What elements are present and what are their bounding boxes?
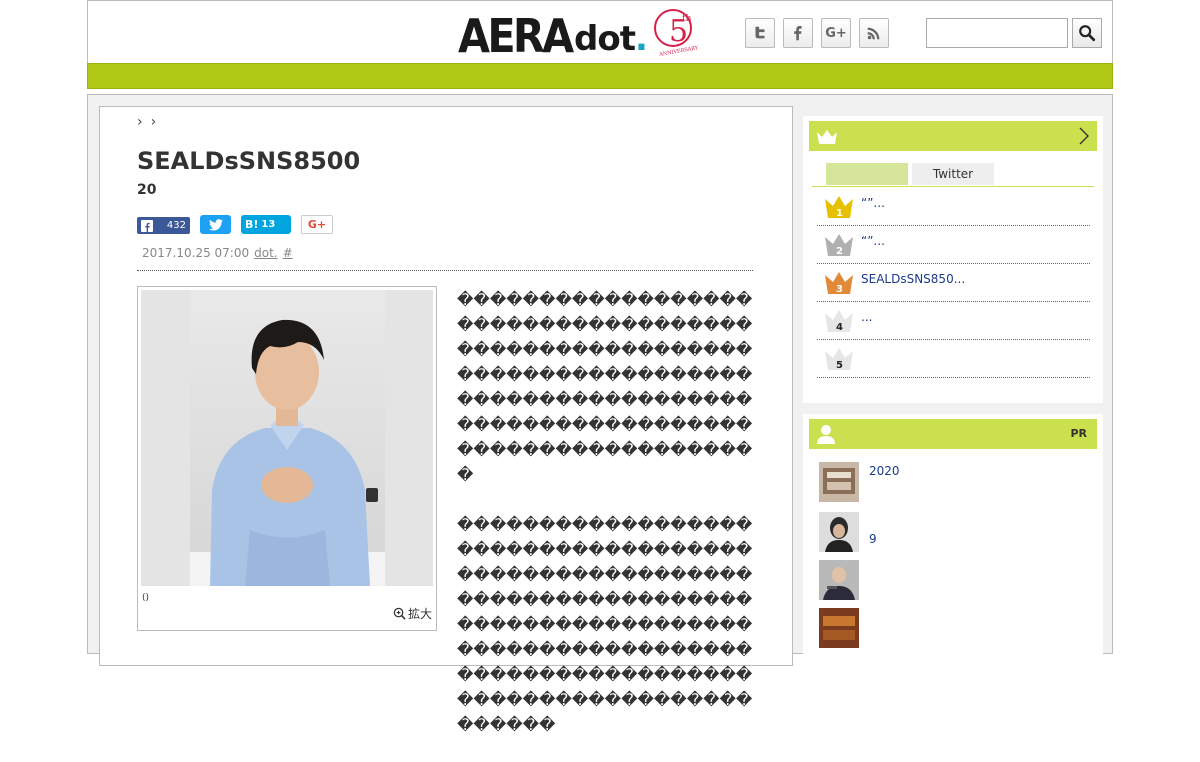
google-plus-icon: G+: [825, 25, 847, 41]
facebook-icon: [141, 219, 153, 232]
hatena-count: 13: [261, 219, 276, 230]
pr-item[interactable]: 9: [819, 512, 900, 552]
anniversary-badge: 5 th ANNIVERSARY: [649, 3, 703, 58]
pr-header: PR: [809, 419, 1097, 449]
pr-thumbnail: [819, 512, 859, 552]
rss-icon: [867, 27, 880, 40]
ranking-item-1[interactable]: 1 “”...: [817, 188, 1090, 226]
pr-widget: PR 2020 9: [803, 414, 1103, 674]
zoom-label: 拡大: [407, 607, 432, 621]
breadcrumb: › ›: [137, 114, 156, 130]
search-form: [926, 18, 1102, 48]
user-icon: [817, 425, 835, 444]
google-plus-share-button[interactable]: G+: [301, 215, 333, 234]
pr-thumbnail: [819, 462, 859, 502]
breadcrumb-item[interactable]: ›: [137, 114, 143, 130]
pr-item-text: 2020: [869, 464, 900, 478]
photo-caption: (): [142, 593, 150, 603]
google-plus-icon: G+: [307, 218, 327, 231]
article: › › SEALDsSNS8500 20 432 B! 13 G+ 2017.1…: [99, 106, 793, 734]
article-photo: () 拡大: [137, 286, 437, 631]
rank-crown-icon: 5: [825, 348, 853, 371]
svg-text:4: 4: [836, 322, 843, 333]
breadcrumb-item[interactable]: ›: [151, 114, 157, 130]
facebook-share-count: 432: [166, 220, 186, 231]
rank-crown-icon: 2: [825, 234, 853, 257]
ranking-item-title: “”...: [861, 196, 885, 210]
zoom-button[interactable]: 拡大: [393, 605, 432, 622]
logo-aera-text: AERA: [458, 9, 574, 63]
twitter-button[interactable]: [745, 18, 775, 48]
header-green-bar: [87, 63, 1113, 89]
facebook-button[interactable]: [783, 18, 813, 48]
pr-thumbnail: [819, 560, 859, 600]
rank-crown-icon: 3: [825, 272, 853, 295]
article-subtitle: 20: [137, 182, 157, 198]
google-plus-button[interactable]: G+: [821, 18, 851, 48]
ranking-header[interactable]: [809, 121, 1097, 151]
svg-text:1: 1: [836, 208, 843, 219]
article-paragraph: ����������������������������������������…: [457, 515, 753, 734]
pr-label: PR: [1070, 427, 1087, 440]
pr-thumbnail: [819, 608, 859, 648]
pr-item[interactable]: 2020: [819, 462, 900, 502]
social-links: G+: [745, 18, 889, 48]
zoom-in-icon: [393, 607, 406, 620]
search-icon: [1079, 25, 1096, 42]
article-paragraph: ����������������������������������������…: [457, 290, 753, 484]
divider: [137, 270, 753, 271]
pr-item-text: 9: [869, 532, 877, 546]
search-input[interactable]: [926, 18, 1068, 48]
photo-frame[interactable]: [141, 290, 433, 586]
pr-item[interactable]: [819, 608, 900, 648]
ranking-item-title: ...: [861, 310, 873, 324]
hatena-bookmark-button[interactable]: B! 13: [241, 215, 291, 234]
svg-text:2: 2: [836, 246, 843, 257]
svg-text:3: 3: [836, 284, 843, 295]
facebook-share-button[interactable]: 432: [137, 217, 190, 234]
logo-dot-text: dot.: [574, 19, 648, 59]
ranking-item-3[interactable]: 3 SEALDsSNS850...: [817, 264, 1090, 302]
chevron-right-icon: [1079, 127, 1089, 145]
twitter-bird-icon: [208, 218, 223, 230]
tab-ranking-twitter[interactable]: Twitter: [912, 163, 994, 185]
ranking-item-title: “”...: [861, 234, 885, 248]
rank-crown-icon: 1: [825, 196, 853, 219]
person-photo: [190, 290, 385, 586]
facebook-icon: [794, 25, 802, 41]
twitter-icon: [755, 26, 765, 39]
article-title: SEALDsSNS8500: [137, 147, 361, 175]
twitter-share-button[interactable]: [200, 215, 231, 234]
anniversary-suffix: th: [682, 14, 692, 24]
ranking-list: 1 “”... 2 “”... 3 SEALDsSNS850... 4 ... …: [817, 188, 1090, 378]
tab-ranking-access[interactable]: [826, 163, 908, 185]
page-body: › › SEALDsSNS8500 20 432 B! 13 G+ 2017.1…: [87, 94, 1113, 734]
publish-datetime: 2017.10.25 07:00: [142, 246, 250, 260]
ranking-item-5[interactable]: 5: [817, 340, 1090, 378]
source-link[interactable]: dot.: [254, 246, 277, 260]
ranking-item-title: SEALDsSNS850...: [861, 272, 966, 286]
hatena-icon: B!: [245, 218, 259, 231]
svg-text:5: 5: [836, 360, 843, 371]
ranking-item-4[interactable]: 4 ...: [817, 302, 1090, 340]
article-body: ����������������������������������������…: [457, 287, 753, 762]
ranking-tabs: Twitter: [812, 163, 1094, 187]
crown-icon: [817, 130, 837, 144]
article-meta: 2017.10.25 07:00 dot. #: [142, 246, 293, 260]
share-buttons: 432 B! 13 G+: [137, 211, 333, 234]
search-button[interactable]: [1072, 18, 1102, 48]
ranking-item-2[interactable]: 2 “”...: [817, 226, 1090, 264]
pr-item[interactable]: [819, 560, 900, 600]
hash-link[interactable]: #: [283, 246, 293, 260]
ranking-widget: Twitter 1 “”... 2 “”... 3 SEALDsSNS850..…: [803, 116, 1103, 403]
rss-button[interactable]: [859, 18, 889, 48]
site-logo[interactable]: AERA dot. 5 th ANNIVERSARY: [458, 7, 703, 61]
pr-list: 2020 9: [819, 462, 900, 656]
rank-crown-icon: 4: [825, 310, 853, 333]
